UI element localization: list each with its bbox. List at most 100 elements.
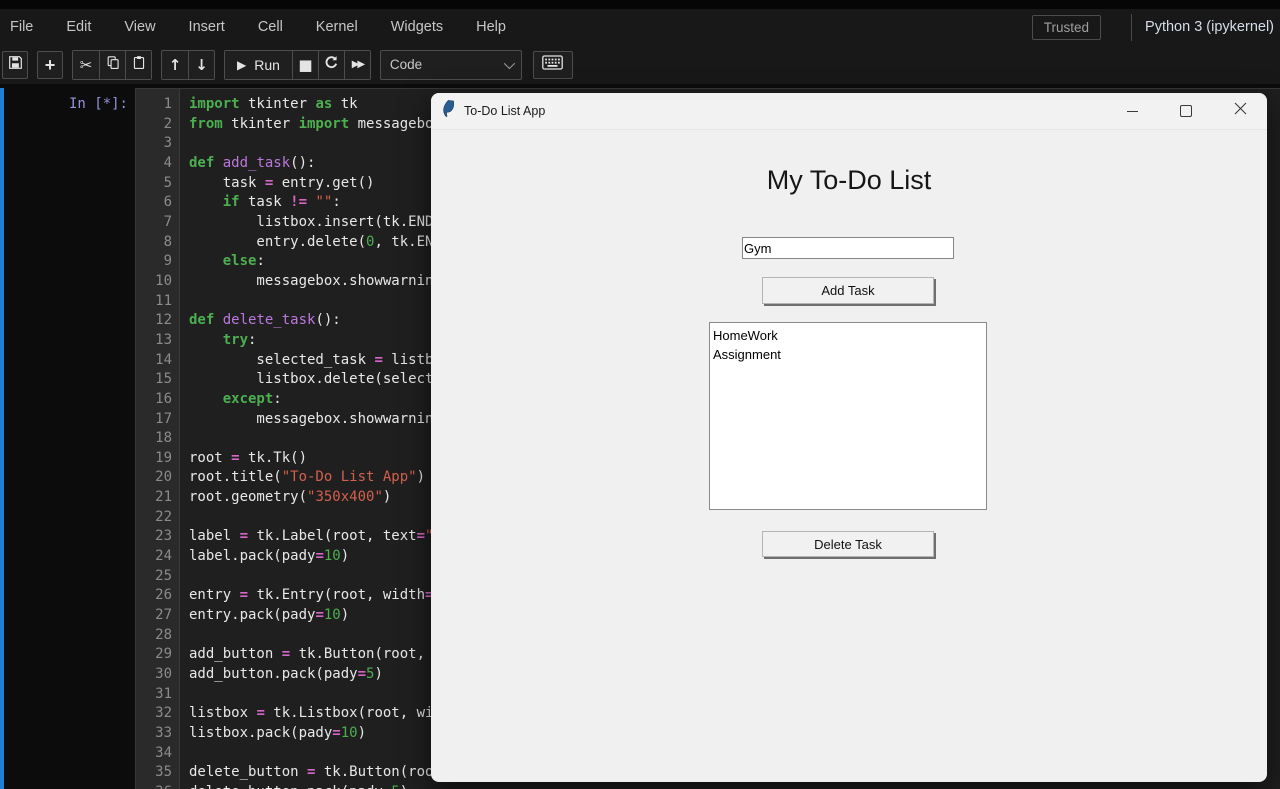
delete-task-button[interactable]: Delete Task <box>762 531 934 557</box>
line-number: 33 <box>136 724 172 744</box>
stop-icon: ■ <box>298 56 312 74</box>
fast-forward-icon: ▶▶ <box>352 59 363 70</box>
todo-app-window: To-Do List App My To-Do List Add Task Ho… <box>431 93 1267 782</box>
window-titlebar[interactable]: To-Do List App <box>431 93 1267 130</box>
tk-feather-icon <box>442 100 455 122</box>
menu-cell[interactable]: Cell <box>258 19 283 35</box>
line-number: 2 <box>136 115 172 135</box>
line-number: 34 <box>136 744 172 764</box>
interrupt-kernel-button[interactable]: ■ <box>292 51 318 79</box>
plus-icon: + <box>45 56 56 74</box>
menubar: FileEditViewInsertCellKernelWidgetsHelp … <box>0 9 1280 45</box>
line-number: 1 <box>136 95 172 115</box>
line-number: 20 <box>136 468 172 488</box>
task-item[interactable]: Assignment <box>713 345 986 364</box>
line-number: 25 <box>136 567 172 587</box>
line-number: 36 <box>136 783 172 789</box>
jupyter-notebook-app: FileEditViewInsertCellKernelWidgetsHelp … <box>0 0 1280 789</box>
menu-widgets[interactable]: Widgets <box>391 19 443 35</box>
restart-kernel-button[interactable] <box>318 51 344 79</box>
move-cell-down-button[interactable]: ↓ <box>188 51 214 79</box>
paste-cells-button[interactable] <box>125 51 151 79</box>
keyboard-icon <box>542 55 563 75</box>
task-listbox[interactable]: HomeWorkAssignment <box>709 322 987 510</box>
menubar-right: Trusted Python 3 (ipykernel) <box>1032 14 1274 41</box>
minimize-icon <box>1127 111 1138 112</box>
play-icon: ▶ <box>237 58 246 72</box>
line-number: 24 <box>136 547 172 567</box>
line-number-gutter: 1234567891011121314151617181920212223242… <box>136 89 180 789</box>
line-number: 3 <box>136 134 172 154</box>
move-button-group: ↑ ↓ <box>161 50 215 80</box>
cell-type-select[interactable]: Code <box>380 50 522 80</box>
save-icon <box>8 55 23 75</box>
copy-icon <box>106 55 120 75</box>
line-number: 16 <box>136 390 172 410</box>
arrow-down-icon: ↓ <box>195 56 208 74</box>
close-button[interactable] <box>1213 93 1267 129</box>
task-item[interactable]: HomeWork <box>713 326 986 345</box>
code-line[interactable]: delete_button.pack(pady=5) <box>189 783 1280 789</box>
run-button[interactable]: ▶ Run <box>225 51 292 79</box>
window-content: My To-Do List Add Task HomeWorkAssignmen… <box>431 130 1267 782</box>
line-number: 31 <box>136 685 172 705</box>
paste-icon <box>132 55 146 75</box>
save-button[interactable] <box>2 51 28 79</box>
line-number: 7 <box>136 213 172 233</box>
kernel-name[interactable]: Python 3 (ipykernel) <box>1145 19 1274 35</box>
menu-edit[interactable]: Edit <box>66 19 91 35</box>
task-entry[interactable] <box>742 237 954 259</box>
line-number: 15 <box>136 370 172 390</box>
restart-run-all-button[interactable]: ▶▶ <box>344 51 370 79</box>
run-button-group: ▶ Run ■ ▶▶ <box>224 50 371 80</box>
line-number: 30 <box>136 665 172 685</box>
line-number: 27 <box>136 606 172 626</box>
minimize-button[interactable] <box>1105 93 1159 129</box>
edit-button-group: ✂ <box>72 50 152 80</box>
chevron-down-icon <box>504 57 515 68</box>
todo-heading: My To-Do List <box>431 165 1267 196</box>
line-number: 35 <box>136 763 172 783</box>
line-number: 6 <box>136 193 172 213</box>
line-number: 19 <box>136 449 172 469</box>
menu-file[interactable]: File <box>10 19 33 35</box>
line-number: 13 <box>136 331 172 351</box>
menubar-divider <box>1131 14 1132 41</box>
command-palette-button[interactable] <box>533 51 573 79</box>
line-number: 28 <box>136 626 172 646</box>
toolbar: + ✂ ↑ ↓ <box>0 45 1280 85</box>
line-number: 4 <box>136 154 172 174</box>
line-number: 11 <box>136 292 172 312</box>
trusted-badge: Trusted <box>1032 15 1101 40</box>
maximize-button[interactable] <box>1159 93 1213 129</box>
menu-view[interactable]: View <box>124 19 155 35</box>
line-number: 14 <box>136 351 172 371</box>
cell-type-value: Code <box>390 57 422 72</box>
line-number: 9 <box>136 252 172 272</box>
line-number: 5 <box>136 174 172 194</box>
cell-prompt: In [*]: <box>4 88 135 789</box>
window-controls <box>1105 93 1267 129</box>
close-icon <box>1234 102 1247 120</box>
window-title: To-Do List App <box>464 104 545 118</box>
menu-list: File Edit View Insert Cell Kernel Widgets Help <box>10 19 506 35</box>
scissors-icon: ✂ <box>80 56 93 74</box>
line-number: 26 <box>136 586 172 606</box>
line-number: 18 <box>136 429 172 449</box>
insert-cell-below-button[interactable]: + <box>37 51 63 79</box>
menu-help[interactable]: Help <box>476 19 506 35</box>
line-number: 17 <box>136 410 172 430</box>
move-cell-up-button[interactable]: ↑ <box>162 51 188 79</box>
line-number: 12 <box>136 311 172 331</box>
add-task-button[interactable]: Add Task <box>762 277 934 304</box>
line-number: 23 <box>136 527 172 547</box>
menu-insert[interactable]: Insert <box>189 19 225 35</box>
run-label: Run <box>254 57 280 73</box>
cut-cells-button[interactable]: ✂ <box>73 51 99 79</box>
line-number: 29 <box>136 645 172 665</box>
copy-cells-button[interactable] <box>99 51 125 79</box>
arrow-up-icon: ↑ <box>169 56 182 74</box>
top-border <box>0 0 1280 9</box>
menu-kernel[interactable]: Kernel <box>316 19 358 35</box>
line-number: 32 <box>136 704 172 724</box>
